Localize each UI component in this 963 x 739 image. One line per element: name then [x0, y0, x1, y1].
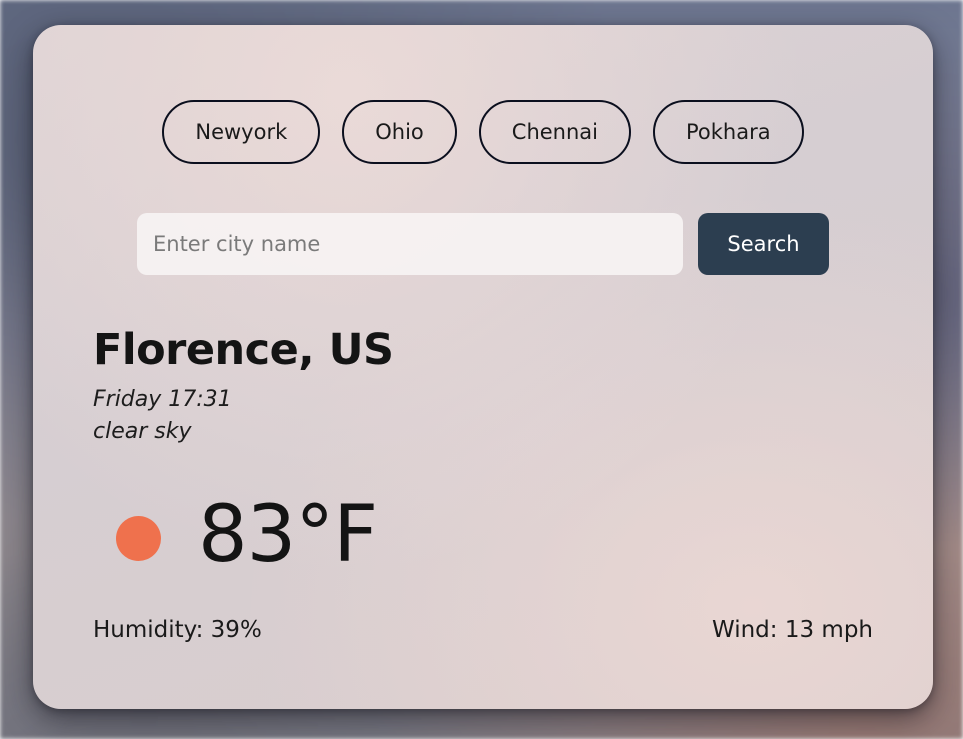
humidity-readout: Humidity: 39%: [93, 617, 262, 643]
temperature: 83°F: [198, 490, 378, 580]
sun-icon: [116, 516, 161, 561]
weather-card: Newyork Ohio Chennai Pokhara Search Flor…: [33, 25, 933, 709]
search-button[interactable]: Search: [698, 213, 829, 275]
city-chip-pokhara[interactable]: Pokhara: [653, 100, 804, 164]
search-bar: Search: [137, 213, 829, 275]
city-quick-select: Newyork Ohio Chennai Pokhara: [33, 100, 933, 164]
location-title: Florence, US: [93, 325, 394, 375]
wind-readout: Wind: 13 mph: [711, 617, 873, 643]
city-chip-newyork[interactable]: Newyork: [162, 100, 321, 164]
city-chip-ohio[interactable]: Ohio: [342, 100, 457, 164]
weather-description: clear sky: [93, 419, 192, 444]
date-time: Friday 17:31: [93, 387, 232, 412]
city-search-input[interactable]: [137, 213, 683, 275]
city-chip-chennai[interactable]: Chennai: [478, 100, 631, 164]
